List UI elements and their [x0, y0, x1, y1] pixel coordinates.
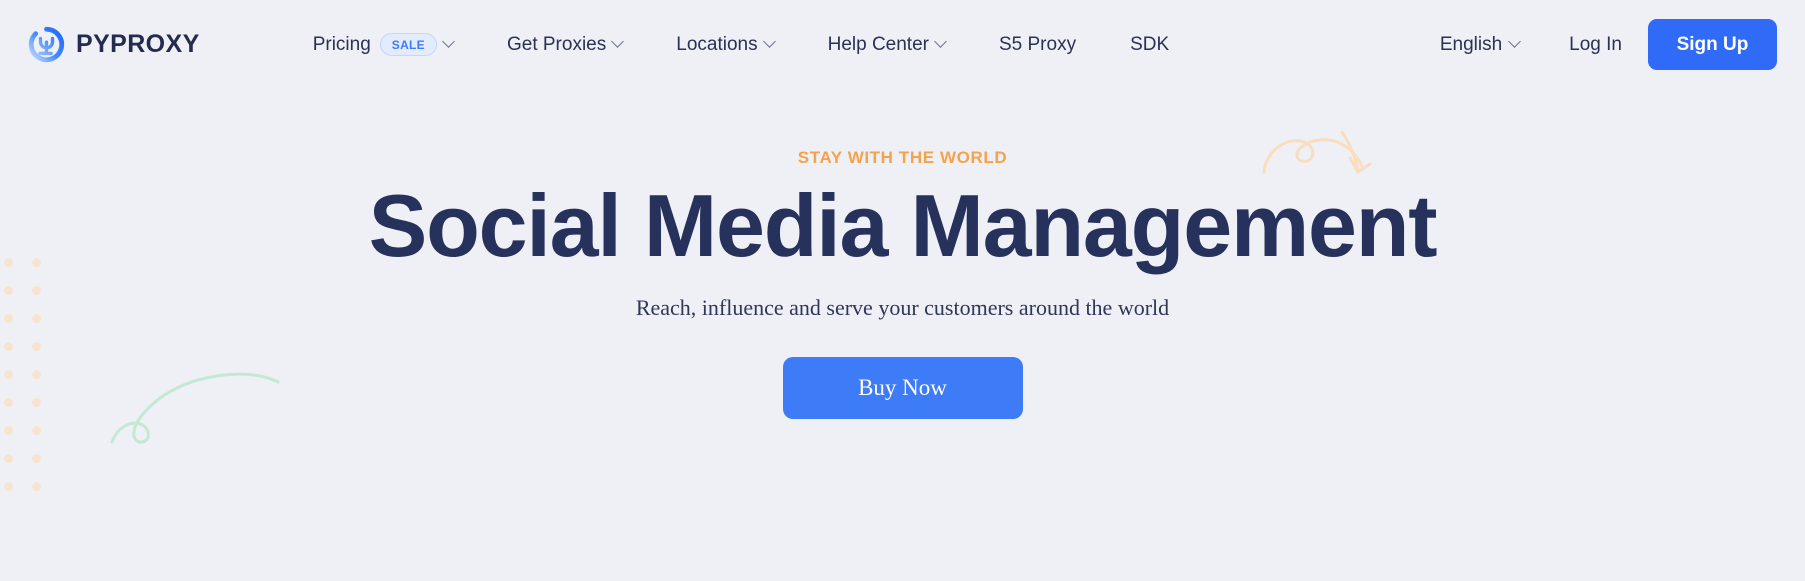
nav-item-label: SDK	[1130, 34, 1170, 55]
nav-item-get-proxies[interactable]: Get Proxies	[480, 35, 649, 54]
deco-dot	[4, 426, 13, 435]
nav-item-locations[interactable]: Locations	[649, 35, 800, 54]
nav-item-help-center[interactable]: Help Center	[801, 35, 972, 54]
nav-item-label: Locations	[676, 34, 758, 55]
status-badge-sale: SALE	[379, 33, 437, 56]
nav-item-label: Help Center	[827, 34, 929, 55]
nav-item-s5-proxy[interactable]: S5 Proxy	[972, 35, 1103, 54]
login-link[interactable]: Log In	[1543, 34, 1648, 56]
nav-item-label: S5 Proxy	[998, 34, 1077, 55]
deco-dot	[32, 482, 41, 491]
main-navigation: Pricing SALE Get Proxies Locations Help …	[286, 33, 1196, 56]
signup-button[interactable]: Sign Up	[1648, 19, 1777, 70]
chevron-down-icon	[762, 35, 776, 48]
chevron-down-icon	[611, 35, 625, 48]
deco-dot	[32, 426, 41, 435]
nav-item-sdk[interactable]: SDK	[1103, 35, 1196, 54]
nav-item-pricing[interactable]: Pricing SALE	[286, 33, 480, 56]
page-title: Social Media Management	[368, 176, 1438, 275]
pyproxy-circle-logo-icon	[28, 26, 65, 63]
deco-dot	[4, 482, 13, 491]
nav-item-label: Get Proxies	[506, 34, 607, 55]
deco-dot	[32, 454, 41, 463]
hero-eyebrow: STAY WITH THE WORLD	[797, 148, 1008, 167]
hero-cta-wrapper: Buy Now	[0, 356, 1805, 419]
brand-logo-link[interactable]: PYPROXY	[28, 26, 200, 63]
nav-item-label: Pricing	[312, 34, 371, 55]
language-selector-label: English	[1439, 33, 1503, 55]
chevron-down-icon	[1508, 35, 1522, 48]
language-selector[interactable]: English	[1416, 34, 1543, 56]
hero-section: STAY WITH THE WORLD Social Media Managem…	[0, 89, 1805, 419]
chevron-down-icon	[442, 35, 455, 48]
deco-dot	[4, 454, 13, 463]
buy-now-button[interactable]: Buy Now	[782, 356, 1023, 419]
site-header: PYPROXY Pricing SALE Get Proxies Locatio…	[0, 0, 1805, 89]
hero-subtitle: Reach, influence and serve your customer…	[635, 294, 1170, 320]
chevron-down-icon	[934, 35, 947, 48]
brand-name: PYPROXY	[76, 30, 200, 58]
header-actions: English Log In Sign Up	[1416, 19, 1777, 70]
